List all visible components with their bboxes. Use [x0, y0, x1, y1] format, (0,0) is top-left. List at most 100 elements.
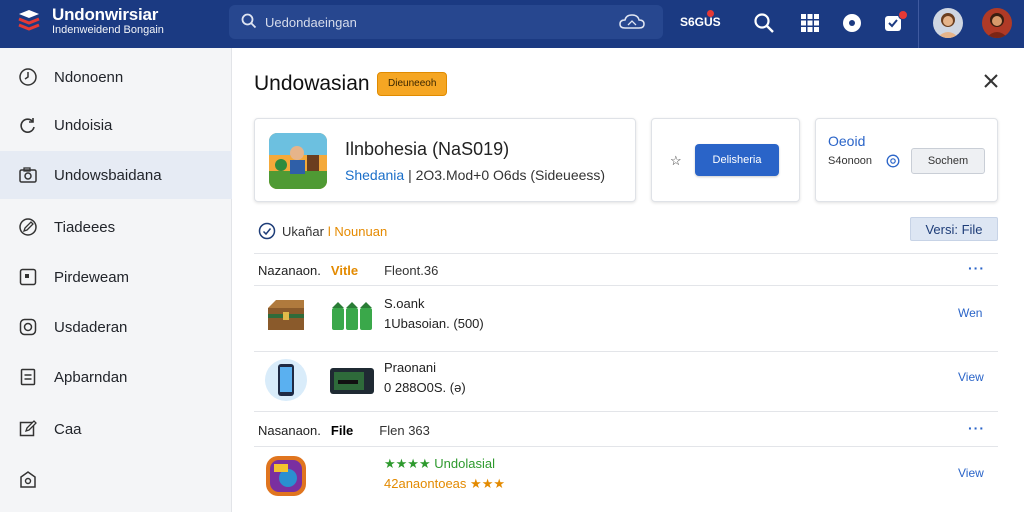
pencil-icon [19, 420, 37, 437]
avatar[interactable] [933, 8, 963, 38]
instagram-icon [19, 318, 37, 336]
list-item-title: S.oank [384, 296, 425, 311]
divider [254, 446, 998, 447]
sidebar-item-label: Tiadeees [54, 218, 116, 236]
status-badge [707, 10, 714, 17]
section-column[interactable]: File [331, 423, 353, 438]
section-header: Nasanaon. File Flen 363 [258, 421, 430, 439]
document-icon [20, 368, 36, 386]
primary-action-button[interactable]: Delisheria [695, 144, 779, 176]
app-info-card: Ilnbohesia (NaS019) Shedania | 2O3.Mod+0… [254, 118, 636, 202]
secondary-card-subtitle: S4onoon [828, 155, 873, 167]
more-options-icon[interactable]: ··· [968, 420, 985, 436]
list-item[interactable]: Praonani 0 288O0S. (ǝ) View [254, 352, 998, 408]
star-icon[interactable]: ☆ [670, 153, 682, 169]
window-icon [19, 268, 37, 286]
sidebar-item-7[interactable]: Caa [0, 405, 232, 453]
search-bar[interactable] [229, 5, 663, 39]
list-item[interactable]: ★★★★ Undolasial 42anaontoeas ★★★ View [254, 448, 998, 504]
secondary-card: Oeoid S4onoon Sochem [815, 118, 998, 202]
divider [254, 285, 998, 286]
check-circle-icon [258, 222, 276, 240]
sidebar-item-5[interactable]: Usdaderan [0, 303, 232, 351]
sidebar-item-2[interactable]: Undowsbaidana [0, 151, 232, 199]
phone-icon [265, 359, 307, 401]
status-value: l Nounuan [327, 223, 388, 239]
sidebar-item-8[interactable] [0, 456, 232, 504]
avatar-secondary[interactable] [982, 8, 1012, 38]
section-column-secondary: Flen 363 [379, 422, 430, 438]
app-logo-icon [266, 456, 306, 496]
section-name: Nasanaon. [258, 422, 321, 438]
brand[interactable]: Undonwirsiar Indenweidend Bongain [16, 6, 164, 36]
search-icon[interactable] [753, 12, 775, 34]
status-tag: Dieuneeoh [377, 72, 448, 96]
divider [918, 0, 919, 48]
close-icon[interactable] [980, 70, 1002, 92]
sidebar: Ndonoenn Undoisia Undowsbaidana Tiadeees… [0, 48, 232, 512]
sidebar-item-3[interactable]: Tiadeees [0, 203, 232, 251]
section-column[interactable]: Vitle [331, 263, 358, 278]
sidebar-item-label: Pirdeweam [54, 268, 130, 286]
sidebar-item-label: Caa [54, 420, 82, 438]
status-label[interactable]: S6GUS [680, 15, 721, 29]
list-item[interactable]: S.oank 1Ubasoian. (500) Wen [254, 288, 998, 344]
search-icon [241, 13, 257, 29]
sidebar-item-1[interactable]: Undoisia [0, 101, 232, 149]
app-name: Ilnbohesia (NaS019) [345, 139, 510, 159]
app-icon [269, 133, 327, 189]
app-publisher[interactable]: Shedania [345, 167, 404, 183]
sidebar-item-0[interactable]: Ndonoenn [0, 53, 232, 101]
status-label: Ukañar [282, 223, 324, 239]
chest-icon [268, 300, 304, 330]
sidebar-item-label: Apbarndan [54, 368, 128, 386]
secondary-card-title: Oeoid [828, 133, 866, 149]
view-link[interactable]: Wen [958, 306, 982, 320]
search-input[interactable] [265, 11, 605, 33]
record-icon[interactable] [841, 12, 863, 34]
divider [254, 411, 998, 412]
clock-icon [19, 68, 37, 86]
section-name: Nazanaon. [258, 262, 321, 278]
section-column-secondary: Fleont.36 [384, 262, 439, 278]
view-link[interactable]: View [958, 466, 984, 480]
sidebar-item-label: Undoisia [54, 116, 113, 134]
notification-badge [898, 10, 908, 20]
list-item-detail: 42anaontoeas ★★★ [384, 476, 505, 492]
page-title: Undowasian [254, 72, 370, 95]
brand-logo-icon [18, 10, 40, 31]
sidebar-item-label: Ndonoenn [54, 68, 124, 86]
main-panel: Undowasian Dieuneeoh Ilnbohesia (NaS019)… [232, 48, 1024, 512]
rating-stars: ★★★ [470, 476, 506, 491]
action-card: ☆ Delisheria [651, 118, 800, 202]
refresh-icon [20, 118, 35, 133]
camera-icon [19, 167, 37, 183]
top-bar: Undonwirsiar Indenweidend Bongain S6GUS [0, 0, 1024, 48]
status-row: Ukañar l Nounuan [258, 220, 387, 242]
list-item-title: Praonani [384, 360, 437, 375]
section-header: Nazanaon. Vitle Fleont.36 [258, 261, 438, 279]
sidebar-item-label: Undowsbaidana [54, 166, 162, 184]
cups-icon [332, 302, 372, 330]
brand-subtitle: Indenweidend Bongain [52, 24, 164, 36]
list-item-detail: 1Ubasoian. (500) [384, 316, 484, 331]
brand-title: Undonwirsiar [52, 5, 159, 24]
version-file-button[interactable]: Versi: File [910, 217, 998, 241]
list-item-count: 42anaontoeas [384, 476, 467, 491]
bag-icon [20, 471, 36, 488]
search-button[interactable]: Sochem [911, 148, 985, 174]
help-icon[interactable] [886, 154, 900, 168]
list-item-detail: 0 288O0S. (ǝ) [384, 380, 466, 395]
sidebar-item-4[interactable]: Pirdeweam [0, 253, 232, 301]
app-details: | 2O3.Mod+0 O6ds (Sideueess) [408, 167, 606, 183]
edit-icon [19, 218, 37, 236]
view-link[interactable]: View [958, 370, 984, 384]
divider [254, 253, 998, 254]
list-item-title: ★★★★ Undolasial [384, 456, 495, 472]
cloud-icon[interactable] [619, 13, 645, 31]
sidebar-item-6[interactable]: Apbarndan [0, 353, 232, 401]
more-options-icon[interactable]: ··· [968, 260, 985, 276]
grid-icon[interactable] [799, 12, 821, 34]
app-meta: Shedania | 2O3.Mod+0 O6ds (Sideueess) [345, 167, 605, 183]
device-icon [330, 368, 374, 394]
